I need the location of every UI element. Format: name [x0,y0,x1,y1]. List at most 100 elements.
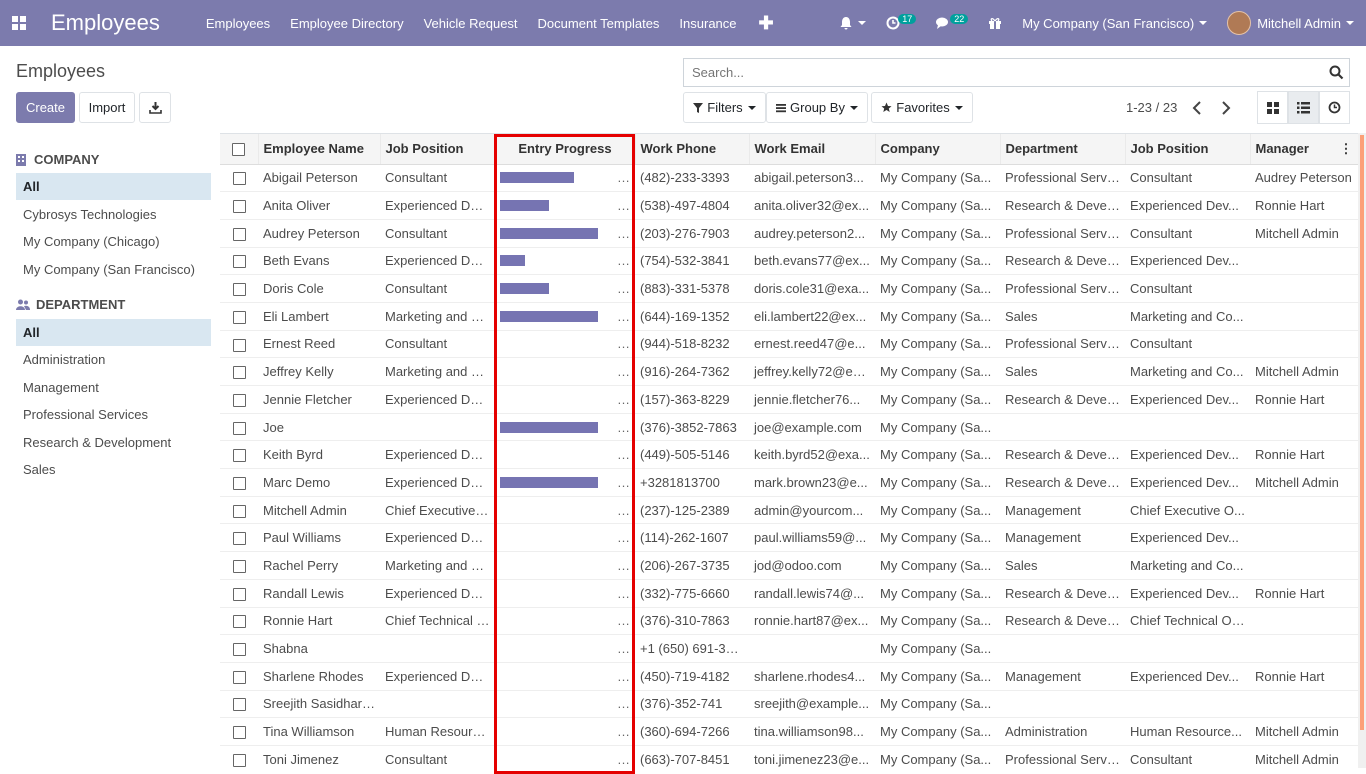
activity-view-clock-icon[interactable] [1319,91,1350,124]
activity-clock-icon[interactable]: 17 [876,14,926,30]
column-work-phone[interactable]: Work Phone [635,134,750,165]
progress-ellipsis-icon[interactable]: … [617,309,630,324]
table-row[interactable]: Doris Cole Consultant… (883)-331-5378 doris… [220,274,1358,303]
column-job-position-2[interactable]: Job Position [1125,134,1251,165]
department-item-sales[interactable]: Sales [16,456,211,483]
progress-ellipsis-icon[interactable]: … [617,752,630,767]
row-checkbox[interactable] [220,717,258,746]
row-checkbox[interactable] [220,219,258,248]
table-row[interactable]: Eli Lambert Marketing and Co...… (644)-169… [220,302,1358,331]
row-checkbox[interactable] [220,247,258,276]
progress-ellipsis-icon[interactable]: … [617,558,630,573]
menu-insurance[interactable]: Insurance [669,16,746,31]
progress-ellipsis-icon[interactable]: … [617,475,630,490]
menu-document-templates[interactable]: Document Templates [528,16,670,31]
gift-icon[interactable] [978,16,1012,30]
department-item-all[interactable]: All [16,319,211,346]
row-checkbox[interactable] [220,468,258,497]
company-item-san-francisco[interactable]: My Company (San Francisco) [16,256,211,283]
row-checkbox[interactable] [220,662,258,691]
progress-ellipsis-icon[interactable]: … [617,530,630,545]
progress-ellipsis-icon[interactable]: … [617,392,630,407]
table-row[interactable]: Ronnie Hart Chief Technical Of...… (376)-3… [220,607,1358,636]
progress-ellipsis-icon[interactable]: … [617,586,630,601]
table-row[interactable]: Paul Williams Experienced Dev...… (114)-26… [220,523,1358,553]
menu-employee-directory[interactable]: Employee Directory [280,16,413,31]
optional-columns-kebab-icon[interactable]: ⋮ [1340,141,1353,157]
row-checkbox[interactable] [220,551,258,580]
column-manager[interactable]: Manager ⋮ [1250,134,1358,165]
table-row[interactable]: Shabna … +1 (650) 691-3277 My Company (Sa..… [220,634,1358,663]
pager-previous-icon[interactable] [1188,98,1208,118]
list-view-icon[interactable] [1288,91,1319,124]
row-checkbox[interactable] [220,496,258,525]
apps-menu-icon[interactable] [2,0,36,46]
row-checkbox[interactable] [220,274,258,303]
column-entry-progress[interactable]: Entry Progress [495,134,636,165]
company-switcher[interactable]: My Company (San Francisco) [1012,16,1217,31]
company-item-cybrosys[interactable]: Cybrosys Technologies [16,201,211,228]
table-row[interactable]: Anita Oliver Experienced Dev...… (538)-497… [220,191,1358,220]
column-department[interactable]: Department [1000,134,1126,165]
column-job-position[interactable]: Job Position [380,134,496,165]
table-row[interactable]: Mitchell Admin Chief Executive O...… (237)… [220,496,1358,525]
company-item-all[interactable]: All [16,173,211,200]
kanban-view-icon[interactable] [1257,91,1288,124]
table-row[interactable]: Tina Williamson Human Resource...… (360)-6… [220,717,1358,746]
search-icon[interactable] [1329,65,1344,83]
progress-ellipsis-icon[interactable]: … [617,226,630,241]
row-checkbox[interactable] [220,330,258,359]
row-checkbox[interactable] [220,413,258,442]
download-button[interactable] [139,92,171,123]
select-all-checkbox[interactable] [220,134,259,165]
table-row[interactable]: Toni Jimenez Consultant… (663)-707-8451 ton… [220,745,1358,769]
row-checkbox[interactable] [220,302,258,331]
table-row[interactable]: Joe … (376)-3852-7863 joe@example.com My Com… [220,413,1358,442]
progress-ellipsis-icon[interactable]: … [617,696,630,711]
row-checkbox[interactable] [220,634,258,663]
row-checkbox[interactable] [220,191,258,220]
row-checkbox[interactable] [220,164,258,193]
pager-value[interactable]: 1-23 / 23 [1126,100,1177,115]
department-item-professional-services[interactable]: Professional Services [16,401,211,428]
row-checkbox[interactable] [220,745,258,769]
create-button[interactable]: Create [16,92,75,123]
column-company[interactable]: Company [875,134,1001,165]
notification-bell-icon[interactable] [829,16,876,30]
search-input[interactable] [690,64,1314,81]
progress-ellipsis-icon[interactable]: … [617,336,630,351]
row-checkbox[interactable] [220,385,258,414]
department-item-administration[interactable]: Administration [16,346,211,373]
table-row[interactable]: Jeffrey Kelly Marketing and Co...… (916)-2… [220,357,1358,386]
department-item-management[interactable]: Management [16,374,211,401]
table-row[interactable]: Ernest Reed Consultant… (944)-518-8232 erne… [220,330,1358,359]
table-row[interactable]: Audrey Peterson Consultant… (203)-276-7903… [220,219,1358,248]
table-row[interactable]: Jennie Fletcher Experienced Dev...… (157)-… [220,385,1358,414]
progress-ellipsis-icon[interactable]: … [617,669,630,684]
user-menu[interactable]: Mitchell Admin [1217,11,1366,35]
progress-ellipsis-icon[interactable]: … [617,253,630,268]
row-checkbox[interactable] [220,357,258,386]
plus-icon[interactable]: ✚ [759,13,774,34]
department-item-research-development[interactable]: Research & Development [16,429,211,456]
scrollbar-thumb[interactable] [1360,135,1364,730]
table-row[interactable]: Marc Demo Experienced Dev...… +3281813700 m… [220,468,1358,497]
table-row[interactable]: Sreejith Sasidharan … (376)-352-741 sreejit… [220,690,1358,719]
company-item-chicago[interactable]: My Company (Chicago) [16,228,211,255]
progress-ellipsis-icon[interactable]: … [617,420,630,435]
groupby-button[interactable]: Group By [766,92,868,123]
progress-ellipsis-icon[interactable]: … [617,724,630,739]
column-work-email[interactable]: Work Email [749,134,876,165]
import-button[interactable]: Import [79,92,135,123]
progress-ellipsis-icon[interactable]: … [617,447,630,462]
progress-ellipsis-icon[interactable]: … [617,198,630,213]
table-row[interactable]: Sharlene Rhodes Experienced Dev...… (450)-… [220,662,1358,691]
filters-button[interactable]: Filters [683,92,766,123]
table-row[interactable]: Abigail Peterson Consultant… (482)-233-339… [220,164,1358,193]
progress-ellipsis-icon[interactable]: … [617,641,630,656]
menu-employees[interactable]: Employees [196,16,280,31]
column-employee-name[interactable]: Employee Name [258,134,381,165]
row-checkbox[interactable] [220,607,258,636]
row-checkbox[interactable] [220,523,258,553]
table-row[interactable]: Beth Evans Experienced Dev...… (754)-532-3… [220,247,1358,276]
